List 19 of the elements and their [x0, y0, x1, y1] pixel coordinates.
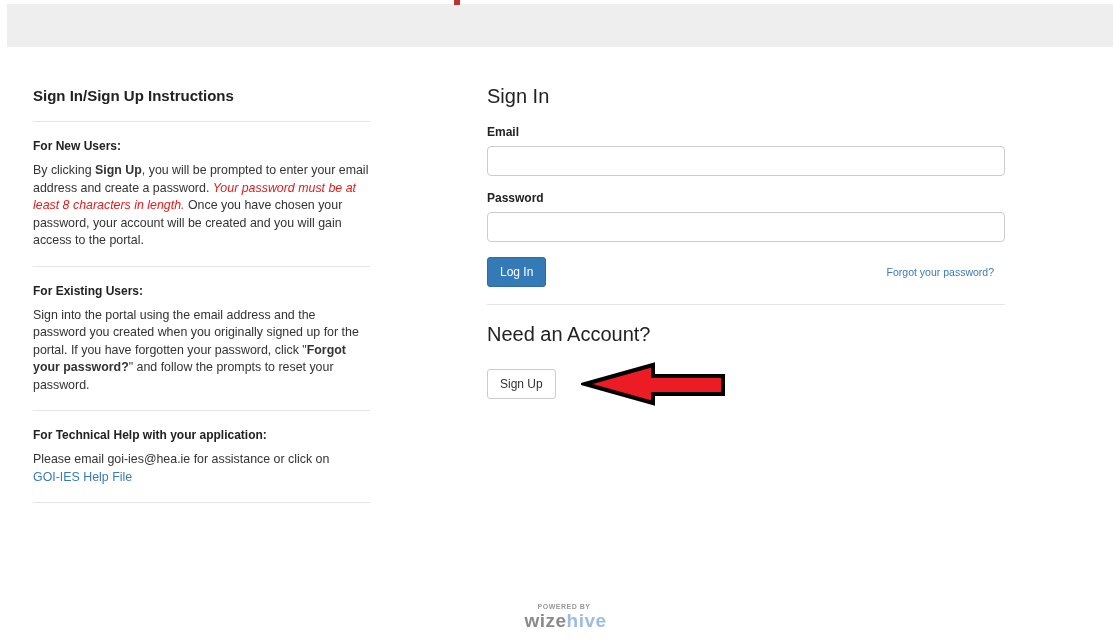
field-label: Email [487, 125, 520, 139]
section-heading: For Technical Help with your application: [33, 428, 268, 442]
forgot-password-link[interactable]: Forgot your password? [886, 266, 994, 278]
input-field[interactable] [487, 212, 1005, 242]
field-label: Password [487, 191, 545, 205]
sign-up-button[interactable]: Sign Up [487, 369, 556, 399]
section-heading: For New Users: [33, 139, 123, 153]
log-in-button[interactable]: Log In [487, 257, 547, 287]
section-heading: For Existing Users: [33, 283, 145, 298]
help-file-link[interactable]: GOI-IES Help File [33, 469, 133, 484]
section-text: By clicking Sign Up, you will be prompted to enter your email address and create a password. Your password must be at least 8 characters in length. Once you have chosen your password, your account will be created and you will gain access to the portal. [33, 162, 370, 249]
sign-in-title: Sign In [487, 85, 551, 108]
input-field[interactable] [487, 146, 1005, 176]
wizehive-logo: wizehive [524, 610, 607, 632]
section-text: Sign into the portal using the email address and the password you created when you originally signed up for the portal. If you have forgotten your password, click "Forgot your password?" and follow the prompts to reset your password. [33, 306, 360, 394]
logo-fragment-icon [454, 0, 460, 5]
section-text: Please email goi-ies@hea.ie for assistance or click on GOI-IES Help File [33, 451, 331, 486]
need-account-title: Need an Account? [487, 323, 652, 346]
instructions-title: Sign In/Sign Up Instructions [33, 85, 370, 122]
